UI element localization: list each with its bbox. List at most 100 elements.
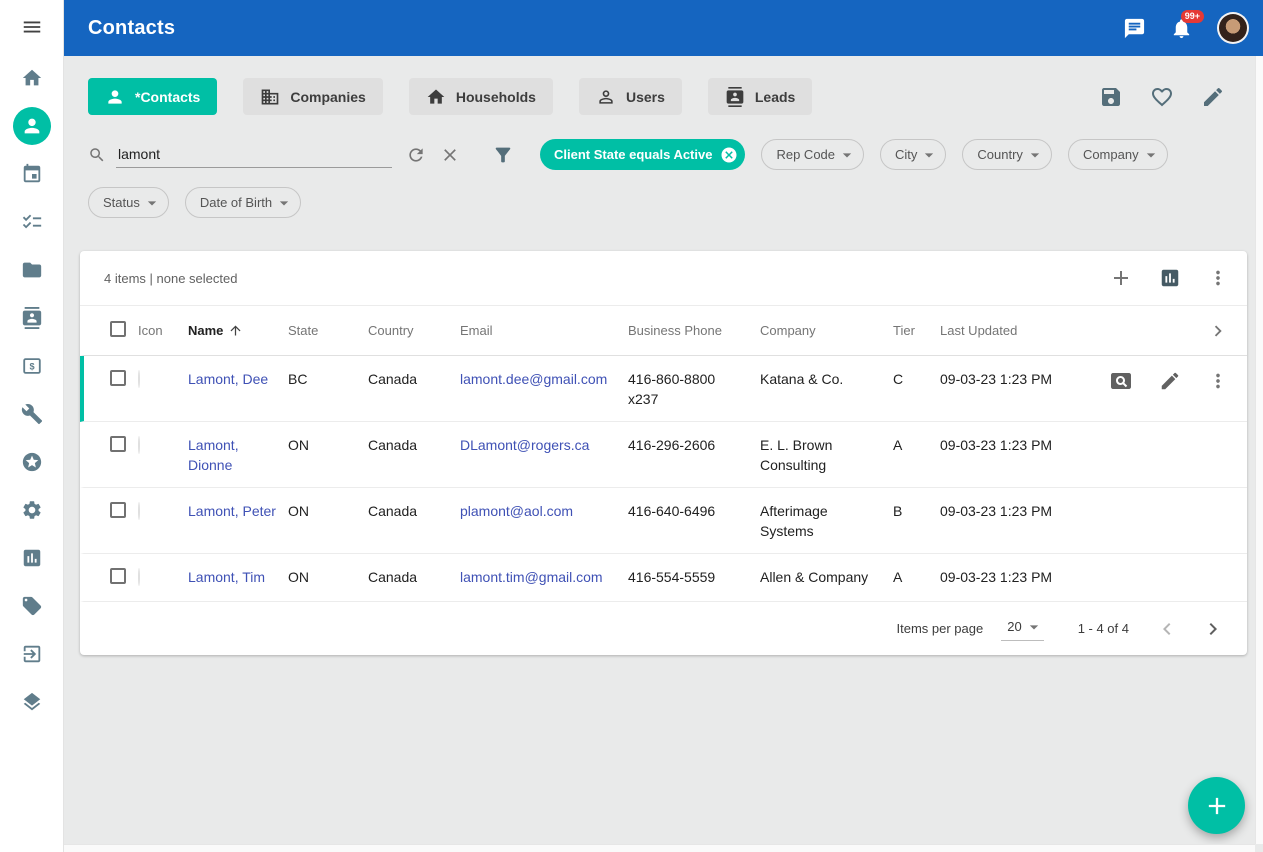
contact-email-link[interactable]: lamont.dee@gmail.com <box>460 371 607 387</box>
contact-company: Allen & Company <box>760 567 893 587</box>
chevron-down-icon <box>1024 617 1044 637</box>
sidebar-item-home[interactable] <box>0 54 64 102</box>
filter-chip-date-of-birth[interactable]: Date of Birth <box>185 187 301 218</box>
clear-search-icon[interactable] <box>440 145 460 165</box>
sidebar-item-documents[interactable] <box>0 246 64 294</box>
favorite-icon[interactable] <box>1150 85 1174 109</box>
tab-companies[interactable]: Companies <box>243 78 382 115</box>
column-header-business-phone[interactable]: Business Phone <box>628 323 760 338</box>
sort-ascending-icon <box>228 323 243 338</box>
chip-remove-icon[interactable] <box>720 146 738 164</box>
more-options-icon[interactable] <box>1207 267 1229 289</box>
items-per-page-select[interactable]: 20 <box>1001 617 1043 641</box>
vertical-scrollbar[interactable] <box>1255 56 1263 844</box>
edit-icon[interactable] <box>1201 85 1225 109</box>
layers-icon <box>21 691 43 713</box>
filter-chip-country[interactable]: Country <box>962 139 1052 170</box>
sidebar-item-exit[interactable] <box>0 630 64 678</box>
home-icon <box>21 67 43 89</box>
exit-icon <box>21 643 43 665</box>
column-header-last-updated[interactable]: Last Updated <box>940 323 1090 338</box>
contact-avatar <box>138 436 140 454</box>
contact-row[interactable]: Lamont, Tim ON Canada lamont.tim@gmail.c… <box>80 554 1247 602</box>
add-column-icon[interactable] <box>1109 266 1133 290</box>
person-outline-icon <box>596 87 616 107</box>
contact-country: Canada <box>368 567 460 587</box>
chat-icon[interactable] <box>1123 17 1146 40</box>
tab-users[interactable]: Users <box>579 78 682 115</box>
tag-icon <box>21 595 43 617</box>
sidebar-item-reports[interactable] <box>0 534 64 582</box>
contact-name-link[interactable]: Lamont, Dee <box>188 371 268 387</box>
page-title: Contacts <box>88 17 175 40</box>
contact-name-link[interactable]: Lamont, Peter <box>188 503 276 519</box>
column-header-email[interactable]: Email <box>460 323 628 338</box>
column-header-icon[interactable]: Icon <box>138 323 188 338</box>
filter-chips-row2: Status Date of Birth <box>64 187 1263 218</box>
contact-name-link[interactable]: Lamont, Tim <box>188 569 265 585</box>
tab-contacts[interactable]: *Contacts <box>88 78 217 115</box>
contact-card-icon <box>21 307 43 329</box>
filter-chip-company[interactable]: Company <box>1068 139 1168 170</box>
filter-icon[interactable] <box>492 144 514 166</box>
filter-chip-status[interactable]: Status <box>88 187 169 218</box>
column-header-name[interactable]: Name <box>188 323 288 338</box>
refresh-icon[interactable] <box>406 145 426 165</box>
sidebar-item-tasks[interactable] <box>0 198 64 246</box>
tab-households[interactable]: Households <box>409 78 553 115</box>
row-checkbox[interactable] <box>110 370 126 386</box>
scroll-columns-right-icon[interactable] <box>1207 320 1229 342</box>
sidebar-item-billing[interactable]: $ <box>0 342 64 390</box>
horizontal-scrollbar[interactable] <box>64 844 1255 852</box>
menu-icon[interactable] <box>0 0 64 54</box>
sidebar-item-featured[interactable] <box>0 438 64 486</box>
sidebar-item-settings[interactable] <box>0 486 64 534</box>
contact-tier: C <box>893 369 940 389</box>
column-header-company[interactable]: Company <box>760 323 893 338</box>
tab-leads[interactable]: Leads <box>708 78 812 115</box>
contact-email-link[interactable]: plamont@aol.com <box>460 503 573 519</box>
contact-name-link[interactable]: Lamont, Dionne <box>188 437 239 473</box>
person-icon <box>105 87 125 107</box>
active-filter-chip[interactable]: Client State equals Active <box>540 139 745 170</box>
filter-chip-city[interactable]: City <box>880 139 946 170</box>
contact-row[interactable]: Lamont, Dee BC Canada lamont.dee@gmail.c… <box>80 356 1247 422</box>
add-contact-fab[interactable] <box>1188 777 1245 834</box>
contact-country: Canada <box>368 435 460 455</box>
sidebar-item-contacts[interactable] <box>0 102 64 150</box>
sidebar-item-calendar[interactable] <box>0 150 64 198</box>
column-header-tier[interactable]: Tier <box>893 323 940 338</box>
preview-icon[interactable] <box>1109 369 1133 393</box>
checklist-icon <box>21 211 43 233</box>
row-more-options-icon[interactable] <box>1207 370 1229 392</box>
row-checkbox[interactable] <box>110 568 126 584</box>
user-avatar[interactable] <box>1217 12 1249 44</box>
sidebar-item-tags[interactable] <box>0 582 64 630</box>
row-checkbox[interactable] <box>110 436 126 452</box>
sidebar-item-layers[interactable] <box>0 678 64 726</box>
contact-company: Katana & Co. <box>760 369 893 389</box>
main-content: *Contacts Companies Households Users Lea… <box>64 56 1263 852</box>
edit-row-icon[interactable] <box>1159 370 1181 392</box>
folder-icon <box>21 259 43 281</box>
filter-chip-rep-code[interactable]: Rep Code <box>761 139 864 170</box>
next-page-icon[interactable] <box>1201 617 1225 641</box>
wrench-icon <box>21 403 43 425</box>
chart-view-icon[interactable] <box>1159 267 1181 289</box>
select-all-checkbox[interactable] <box>110 321 126 337</box>
contact-email-link[interactable]: DLamont@rogers.ca <box>460 437 589 453</box>
contact-country: Canada <box>368 501 460 521</box>
contact-row[interactable]: Lamont, Peter ON Canada plamont@aol.com … <box>80 488 1247 554</box>
column-header-state[interactable]: State <box>288 323 368 338</box>
sidebar-item-tools[interactable] <box>0 390 64 438</box>
save-icon[interactable] <box>1099 85 1123 109</box>
column-header-country[interactable]: Country <box>368 323 460 338</box>
contact-business-phone: 416-640-6496 <box>628 501 760 521</box>
sidebar-item-contact-card[interactable] <box>0 294 64 342</box>
contact-email-link[interactable]: lamont.tim@gmail.com <box>460 569 603 585</box>
contact-last-updated: 09-03-23 1:23 PM <box>940 501 1090 521</box>
row-checkbox[interactable] <box>110 502 126 518</box>
search-input[interactable] <box>116 141 392 168</box>
contact-row[interactable]: Lamont, Dionne ON Canada DLamont@rogers.… <box>80 422 1247 488</box>
previous-page-icon[interactable] <box>1155 617 1179 641</box>
